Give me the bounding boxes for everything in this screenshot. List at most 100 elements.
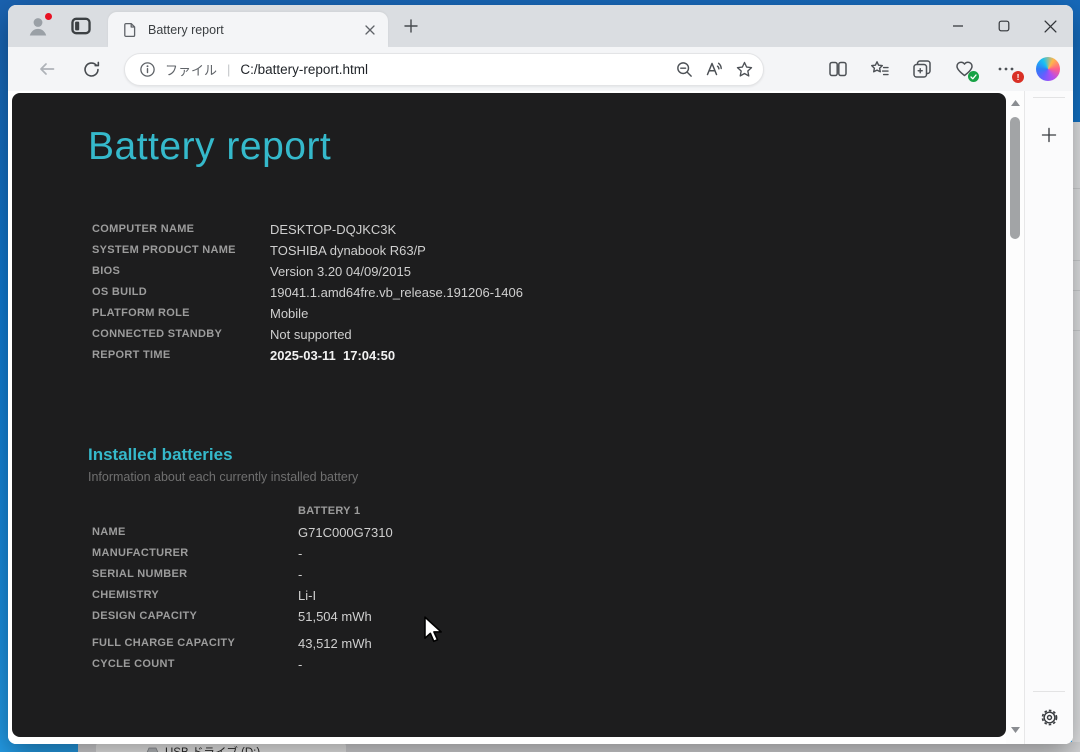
refresh-button[interactable] [74,52,108,86]
battery-info-value: - [298,567,303,582]
maximize-icon [998,20,1010,32]
favorites-star-list-icon [871,61,889,76]
battery-info-label: NAME [92,526,126,538]
battery-info-label: SERIAL NUMBER [92,568,188,580]
close-window-button[interactable] [1027,5,1073,47]
window-controls [935,5,1073,47]
content-area: Battery report COMPUTER NAME DESKTOP-DQJ… [8,91,1073,744]
battery-info-table: NAME G71C000G7310 MANUFACTURER - SERIAL … [92,522,1006,675]
system-info-value: Mobile [270,306,309,321]
scroll-down-button[interactable] [1010,726,1020,734]
close-icon [365,24,375,35]
new-tab-button[interactable] [398,13,424,39]
arrow-down-icon [1010,727,1020,733]
battery-info-label: CYCLE COUNT [92,658,175,670]
favorite-this-page-button[interactable] [729,55,759,83]
star-icon [736,61,752,77]
usb-drive-row[interactable]: USB ドライブ (D:) [96,743,346,752]
installed-batteries-heading: Installed batteries [88,445,233,464]
system-info-value: Version 3.20 04/09/2015 [270,264,411,279]
background-window-right-edge [1072,122,1080,752]
address-url: C:/battery-report.html [240,61,368,77]
browser-tab[interactable]: Battery report [108,12,388,47]
maximize-button[interactable] [981,5,1027,47]
system-info-value: TOSHIBA dynabook R63/P [270,243,426,258]
sidebar-divider [1033,97,1065,98]
copilot-icon [1036,57,1060,81]
battery-info-value: 51,504 mWh [298,609,372,624]
system-info-label: PLATFORM ROLE [92,307,190,319]
read-aloud-button[interactable] [699,55,729,83]
plus-icon [1041,127,1057,143]
battery-column-header: BATTERY 1 [298,505,361,517]
address-bar[interactable]: ファイル | C:/battery-report.html [124,52,764,86]
collections-icon [913,60,931,78]
system-info-value: Not supported [270,327,352,342]
page-title: Battery report [88,125,332,168]
battery-info-label: CHEMISTRY [92,589,160,601]
system-info-value: 19041.1.amd64fre.vb_release.191206-1406 [270,285,523,300]
usb-drive-icon [146,747,159,752]
battery-info-value: Li-I [298,588,317,603]
browser-essentials-button[interactable] [947,52,981,86]
notification-dot [44,12,53,21]
battery-info-label: DESIGN CAPACITY [92,610,198,622]
system-info-label: COMPUTER NAME [92,223,195,235]
address-separator: | [227,61,231,77]
back-button[interactable] [30,52,64,86]
vertical-scrollbar[interactable] [1006,91,1024,744]
system-info-table: COMPUTER NAME DESKTOP-DQJKC3K SYSTEM PRO… [92,219,1006,366]
minimize-button[interactable] [935,5,981,47]
toolbar-icon-group: ! [813,52,1065,86]
info-icon [139,61,155,77]
battery-info-value: - [298,546,303,561]
essentials-check-badge [968,71,979,82]
battery-report-page: Battery report COMPUTER NAME DESKTOP-DQJ… [12,93,1006,737]
favorites-button[interactable] [863,52,897,86]
browser-window: Battery report ファイル | C:/battery-report.… [8,5,1073,744]
refresh-icon [83,61,99,77]
split-screen-button[interactable] [821,52,855,86]
minimize-icon [953,25,963,27]
settings-and-more-button[interactable]: ! [989,52,1024,86]
close-icon [1043,19,1057,33]
read-aloud-icon [706,62,722,76]
browser-toolbar: ファイル | C:/battery-report.html ! [8,47,1073,91]
system-info-value: DESKTOP-DQJKC3K [270,222,397,237]
workspaces-icon [71,17,91,35]
tab-strip: Battery report [8,5,1073,47]
sidebar-divider [1033,691,1065,692]
system-info-label: SYSTEM PRODUCT NAME [92,244,236,256]
back-arrow-icon [40,63,55,75]
check-icon [970,73,977,79]
split-screen-icon [829,61,847,77]
battery-info-label: FULL CHARGE CAPACITY [92,637,236,649]
battery-info-label: MANUFACTURER [92,547,189,559]
battery-info-value: - [298,657,303,672]
alert-badge: ! [1012,71,1024,83]
site-info-button[interactable] [133,55,161,83]
desktop: { "browser": { "tab": { "title": "Batter… [0,0,1080,752]
zoom-out-button[interactable] [669,55,699,83]
battery-info-value: G71C000G7310 [298,525,393,540]
sidebar-add-button[interactable] [1034,120,1064,150]
tab-close-button[interactable] [360,20,380,40]
report-time-value: 2025-03-11 17:04:50 [270,348,396,363]
system-info-label: CONNECTED STANDBY [92,328,223,340]
edge-sidebar [1024,91,1073,744]
usb-drive-label: USB ドライブ (D:) [165,744,260,752]
scroll-up-button[interactable] [1010,99,1020,107]
battery-info-value: 43,512 mWh [298,636,372,651]
page-favicon [124,22,136,37]
collections-button[interactable] [905,52,939,86]
profile-avatar[interactable] [24,12,53,40]
tab-actions-button[interactable] [68,13,94,39]
scrollbar-thumb[interactable] [1010,117,1020,239]
tab-title: Battery report [148,22,224,37]
gear-icon [1041,709,1057,725]
sidebar-settings-button[interactable] [1034,702,1064,732]
copilot-button[interactable] [1031,52,1065,86]
zoom-out-icon [676,61,692,77]
system-info-label: BIOS [92,265,121,277]
plus-icon [404,19,418,33]
